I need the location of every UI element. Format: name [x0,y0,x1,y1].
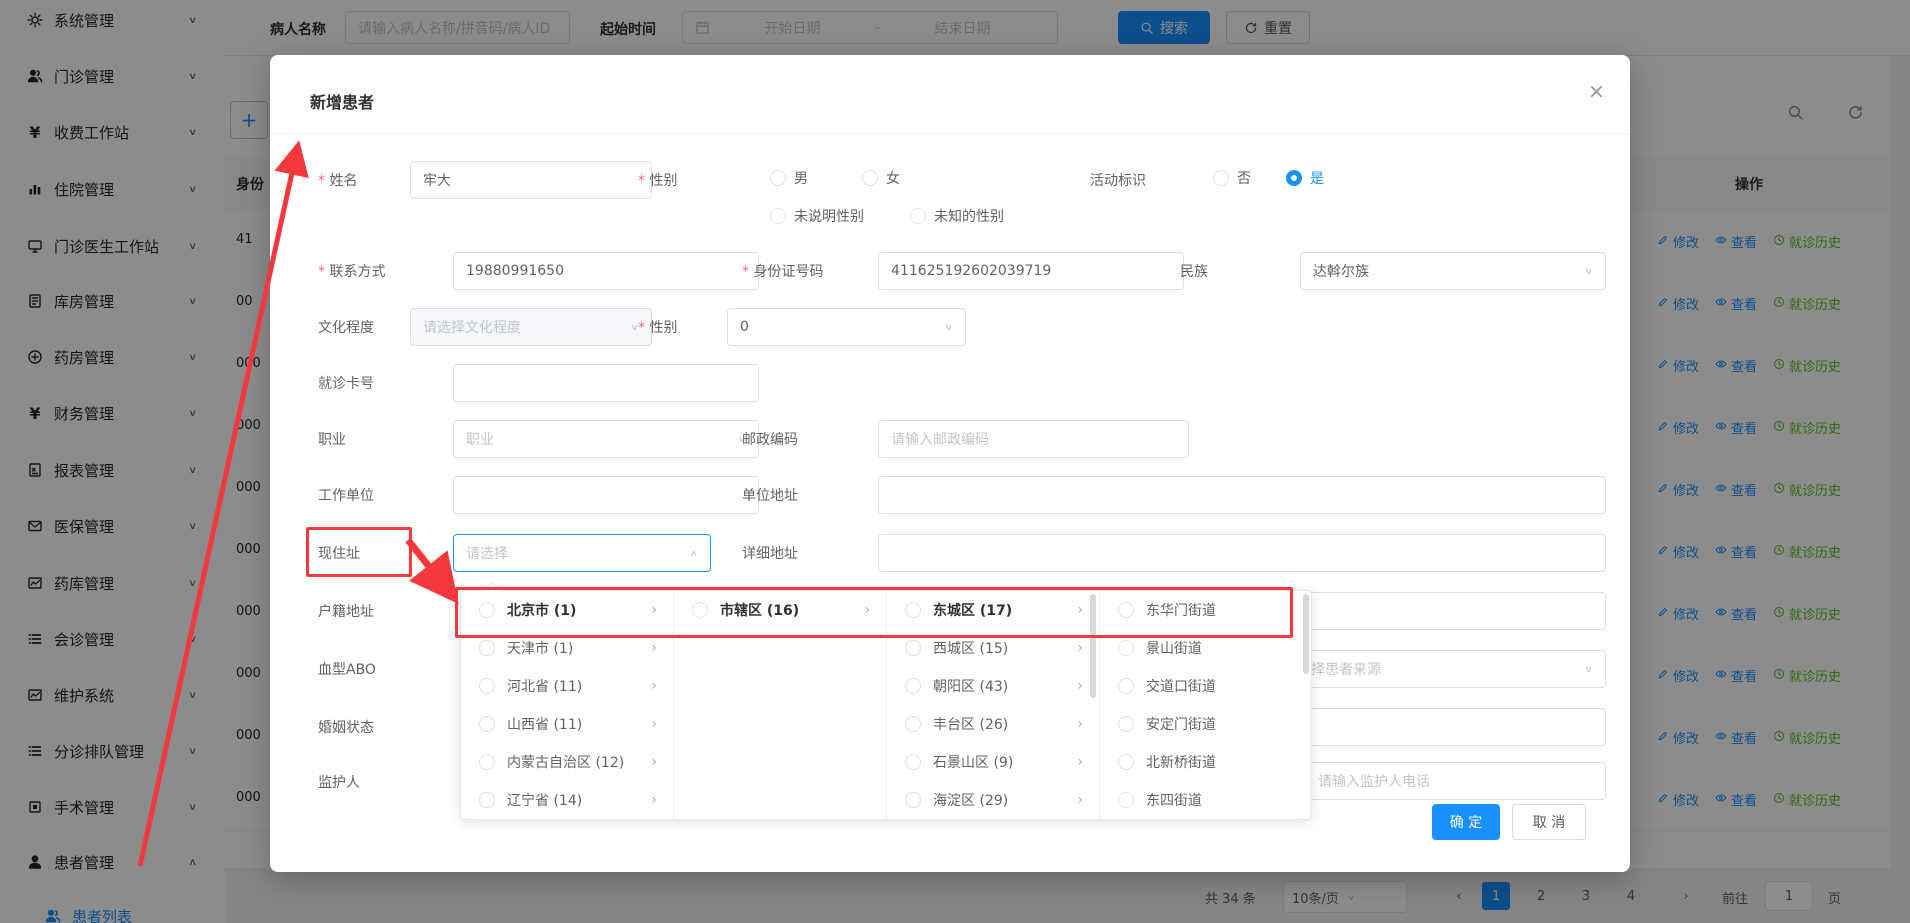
radio-icon[interactable] [905,716,921,732]
chevron-down-icon: ∨ [1584,266,1593,276]
education-label: 文化程度 [318,317,374,337]
chevron-right-icon: › [1077,640,1083,656]
radio-icon [770,170,786,186]
radio-icon[interactable] [905,754,921,770]
current-address-cascader[interactable]: 请选择 ∧ [453,534,711,572]
radio-icon [770,208,786,224]
divider [270,133,1630,134]
radio-icon [862,170,878,186]
cascader-option[interactable]: 丰台区 (26) › [887,705,1099,743]
chevron-right-icon: › [1077,716,1083,732]
chevron-right-icon: › [651,678,657,694]
radio-icon[interactable] [1118,678,1134,694]
gender-radio-unknown[interactable]: 未知的性别 [910,206,1004,226]
confirm-button[interactable]: 确 定 [1432,804,1500,840]
contact-input[interactable]: 19880991650 [453,252,759,290]
radio-selected-icon [1286,170,1302,186]
cascader-option[interactable]: 朝阳区 (43) › [887,667,1099,705]
postcode-input[interactable]: 请输入邮政编码 [878,420,1189,458]
radio-icon [1213,170,1229,186]
contact-label: 联系方式 [318,261,385,281]
ethnicity-select[interactable]: 达斡尔族 ∨ [1300,252,1606,290]
ethnicity-label: 民族 [1180,261,1208,281]
cascader-option[interactable]: 交道口街道 › [1100,667,1312,705]
chevron-right-icon: › [1077,678,1083,694]
gender-code-select[interactable]: 0 ∨ [727,308,966,346]
detail-address-label: 详细地址 [742,543,798,563]
chevron-right-icon: › [651,640,657,656]
radio-icon[interactable] [905,640,921,656]
radio-icon[interactable] [1118,792,1134,808]
cascader-option[interactable]: 北新桥街道 › [1100,743,1312,781]
radio-icon[interactable] [905,678,921,694]
chevron-right-icon: › [1077,792,1083,808]
cascader-option[interactable]: 河北省 (11) › [461,667,673,705]
cascader-option[interactable]: 海淀区 (29) › [887,781,1099,819]
annotation-box-current-address [306,527,412,577]
employer-address-label: 单位地址 [742,485,798,505]
annotation-box-cascade-path [455,587,1293,638]
chevron-right-icon: › [1077,754,1083,770]
app-root: 系统管理 ∨ 门诊管理 ∨ ¥ 收费工作站 ∨ 住院管理 ∨ 门诊医生工作站 ∨… [0,0,1910,923]
radio-icon[interactable] [479,678,495,694]
radio-icon[interactable] [479,640,495,656]
active-flag-label: 活动标识 [1090,170,1146,190]
active-flag-radio-no[interactable]: 否 [1213,168,1251,188]
radio-icon[interactable] [905,792,921,808]
employer-input[interactable] [453,476,759,514]
id-number-label: 身份证号码 [742,261,823,281]
detail-address-input[interactable] [878,534,1606,572]
radio-icon[interactable] [1118,716,1134,732]
cancel-button[interactable]: 取 消 [1512,804,1586,840]
gender-radio-female[interactable]: 女 [862,168,900,188]
employer-label: 工作单位 [318,485,374,505]
radio-icon[interactable] [479,716,495,732]
cascader-option[interactable]: 山西省 (11) › [461,705,673,743]
postcode-label: 邮政编码 [742,429,798,449]
chevron-right-icon: › [651,792,657,808]
radio-icon [910,208,926,224]
card-no-label: 就诊卡号 [318,373,374,393]
gender-radio-male[interactable]: 男 [770,168,808,188]
chevron-right-icon: › [651,754,657,770]
marital-status-label: 婚姻状态 [318,717,374,737]
radio-icon[interactable] [1118,754,1134,770]
chevron-right-icon: › [651,716,657,732]
radio-icon[interactable] [479,792,495,808]
chevron-down-icon: ∨ [1584,664,1593,674]
guardian-label: 监护人 [318,772,360,792]
cascader-option[interactable]: 石景山区 (9) › [887,743,1099,781]
gender-radio-unstated[interactable]: 未说明性别 [770,206,864,226]
name-input[interactable]: 牢大 [410,161,652,199]
guardian-phone-input[interactable]: 请输入监护人电话 [1305,762,1606,800]
gender-code-label: 性别 [638,317,677,337]
cascader-option[interactable]: 东四街道 › [1100,781,1312,819]
id-number-input[interactable]: 411625192602039719 [878,252,1184,290]
close-icon[interactable]: × [1588,79,1605,103]
card-no-input[interactable] [453,364,759,402]
occupation-label: 职业 [318,429,346,449]
gender-label: 性别 [638,170,677,190]
cascader-option[interactable]: 内蒙古自治区 (12) › [461,743,673,781]
active-flag-radio-yes[interactable]: 是 [1286,168,1324,188]
name-label: 姓名 [318,170,357,190]
scrollbar-thumb[interactable] [1303,594,1309,674]
radio-icon[interactable] [1118,640,1134,656]
occupation-select[interactable]: 职业 ∨ [453,420,759,458]
employer-address-input[interactable] [878,476,1606,514]
registered-address-label: 户籍地址 [318,601,374,621]
cascader-option[interactable]: 辽宁省 (14) › [461,781,673,819]
chevron-down-icon: ∨ [944,322,953,332]
modal-title: 新增患者 [310,89,374,113]
cascader-option[interactable]: 安定门街道 › [1100,705,1312,743]
blood-type-label: 血型ABO [318,659,376,679]
radio-icon[interactable] [479,754,495,770]
chevron-up-icon: ∧ [689,548,698,558]
education-select[interactable]: 请选择文化程度 ∨ [410,308,652,346]
patient-source-select[interactable]: 请选择患者来源 ∨ [1270,650,1606,688]
